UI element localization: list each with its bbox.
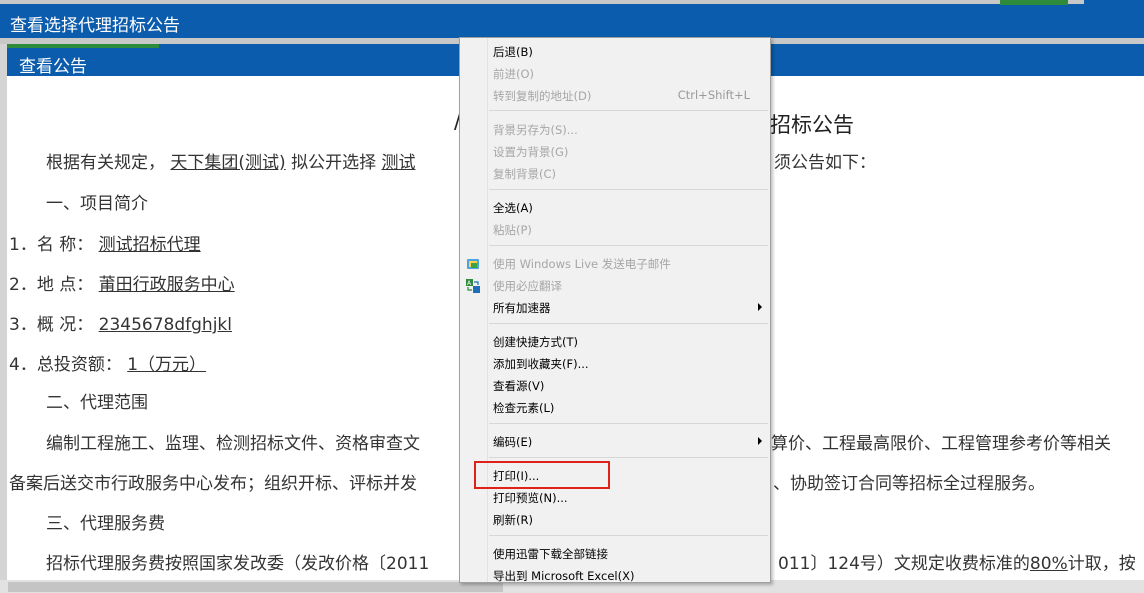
menu-item-inspect-element[interactable]: 检查元素(L) xyxy=(487,396,770,418)
fee-percent: 80% xyxy=(1029,554,1068,574)
scope-line1-left: 编制工程施工、监理、检测招标文件、资格审查文 xyxy=(46,434,420,454)
menu-item-add-to-favorites[interactable]: 添加到收藏夹(F)... xyxy=(487,352,770,374)
menu-separator xyxy=(489,110,768,111)
scope-line1-right: 算价、工程最高限价、工程管理参考价等相关 xyxy=(771,434,1111,454)
context-menu-icon-gutter xyxy=(460,38,488,582)
menu-item-bing-translate[interactable]: 使用必应翻译 xyxy=(487,274,770,296)
intro-suffix: 须公告如下： xyxy=(774,153,876,173)
submenu-arrow-icon xyxy=(758,303,762,311)
tab-indicator-green xyxy=(1000,0,1068,5)
menu-separator xyxy=(489,423,768,424)
menu-item-select-all[interactable]: 全选(A) xyxy=(487,196,770,218)
menu-item-windows-live-email[interactable]: 使用 Windows Live 发送电子邮件 xyxy=(487,252,770,274)
menu-item-view-source[interactable]: 查看源(V) xyxy=(487,374,770,396)
menu-item-forward[interactable]: 前进(O) xyxy=(487,62,770,84)
scope-line2-left: 备案后送交市行政服务中心发布；组织开标、评标并发 xyxy=(9,474,417,494)
menu-item-print-preview[interactable]: 打印预览(N)... xyxy=(487,486,770,508)
menu-item-export-to-excel[interactable]: 导出到 Microsoft Excel(X) xyxy=(487,564,770,582)
item-name: 1．名 称： 测试招标代理 xyxy=(9,235,201,255)
menu-separator xyxy=(489,457,768,458)
item-overview: 3．概 况： 2345678dfghjkl xyxy=(9,315,232,335)
menu-item-go-to-copied-address[interactable]: 转到复制的地址(D) Ctrl+Shift+L xyxy=(487,84,770,106)
window-title-bar: 查看选择代理招标公告 xyxy=(0,0,1144,38)
company-name-link: 天下集团(测试) xyxy=(170,153,286,173)
section-agency-scope: 二、代理范围 xyxy=(46,393,148,413)
menu-item-copy-background[interactable]: 复制背景(C) xyxy=(487,162,770,184)
section-service-fee: 三、代理服务费 xyxy=(46,514,165,534)
menu-item-create-shortcut[interactable]: 创建快捷方式(T) xyxy=(487,330,770,352)
bing-translate-icon: A xyxy=(466,279,480,293)
context-menu: 后退(B) 前进(O) 转到复制的地址(D) Ctrl+Shift+L 背景另存为… xyxy=(459,37,771,583)
tab-indicator-blue xyxy=(1084,0,1144,5)
menu-item-paste[interactable]: 粘贴(P) xyxy=(487,218,770,240)
menu-separator xyxy=(489,189,768,190)
menu-separator xyxy=(489,535,768,536)
menu-item-refresh[interactable]: 刷新(R) xyxy=(487,508,770,530)
intro-paragraph: 根据有关规定， 天下集团(测试) 拟公开选择 测试 xyxy=(46,153,416,173)
window-title: 查看选择代理招标公告 xyxy=(10,16,180,36)
menu-item-back[interactable]: 后退(B) xyxy=(487,40,770,62)
scope-line2-right: 、协助签订合同等招标全过程服务。 xyxy=(773,474,1045,494)
menu-item-encoding[interactable]: 编码(E) xyxy=(487,430,770,452)
item-total-investment: 4．总投资额： 1（万元） xyxy=(9,355,207,375)
menu-item-set-as-background[interactable]: 设置为背景(G) xyxy=(487,140,770,162)
scrollbar-thumb[interactable] xyxy=(8,582,503,592)
menu-item-save-background[interactable]: 背景另存为(S)... xyxy=(487,118,770,140)
windows-live-icon xyxy=(467,259,479,269)
shortcut-ctrl-shift-l: Ctrl+Shift+L xyxy=(677,88,750,102)
item-location: 2．地 点： 莆田行政服务中心 xyxy=(9,275,235,295)
submenu-arrow-icon xyxy=(758,437,762,445)
fee-line-left: 招标代理服务费按照国家发改委（发改价格〔2011 xyxy=(46,554,430,574)
doc-title-right: 招标公告 xyxy=(770,113,854,137)
section-project-summary: 一、项目简介 xyxy=(46,194,148,214)
panel-title: 查看公告 xyxy=(19,57,87,77)
menu-item-all-accelerators[interactable]: 所有加速器 xyxy=(487,296,770,318)
panel-tab-stripe xyxy=(7,44,159,48)
menu-separator xyxy=(489,245,768,246)
menu-item-thunder-download-all[interactable]: 使用迅雷下载全部链接 xyxy=(487,542,770,564)
menu-separator xyxy=(489,323,768,324)
fee-line-right: 011〕124号）文规定收费标准的80%计取，按 xyxy=(778,554,1136,574)
menu-item-print[interactable]: 打印(I)... xyxy=(487,464,770,486)
